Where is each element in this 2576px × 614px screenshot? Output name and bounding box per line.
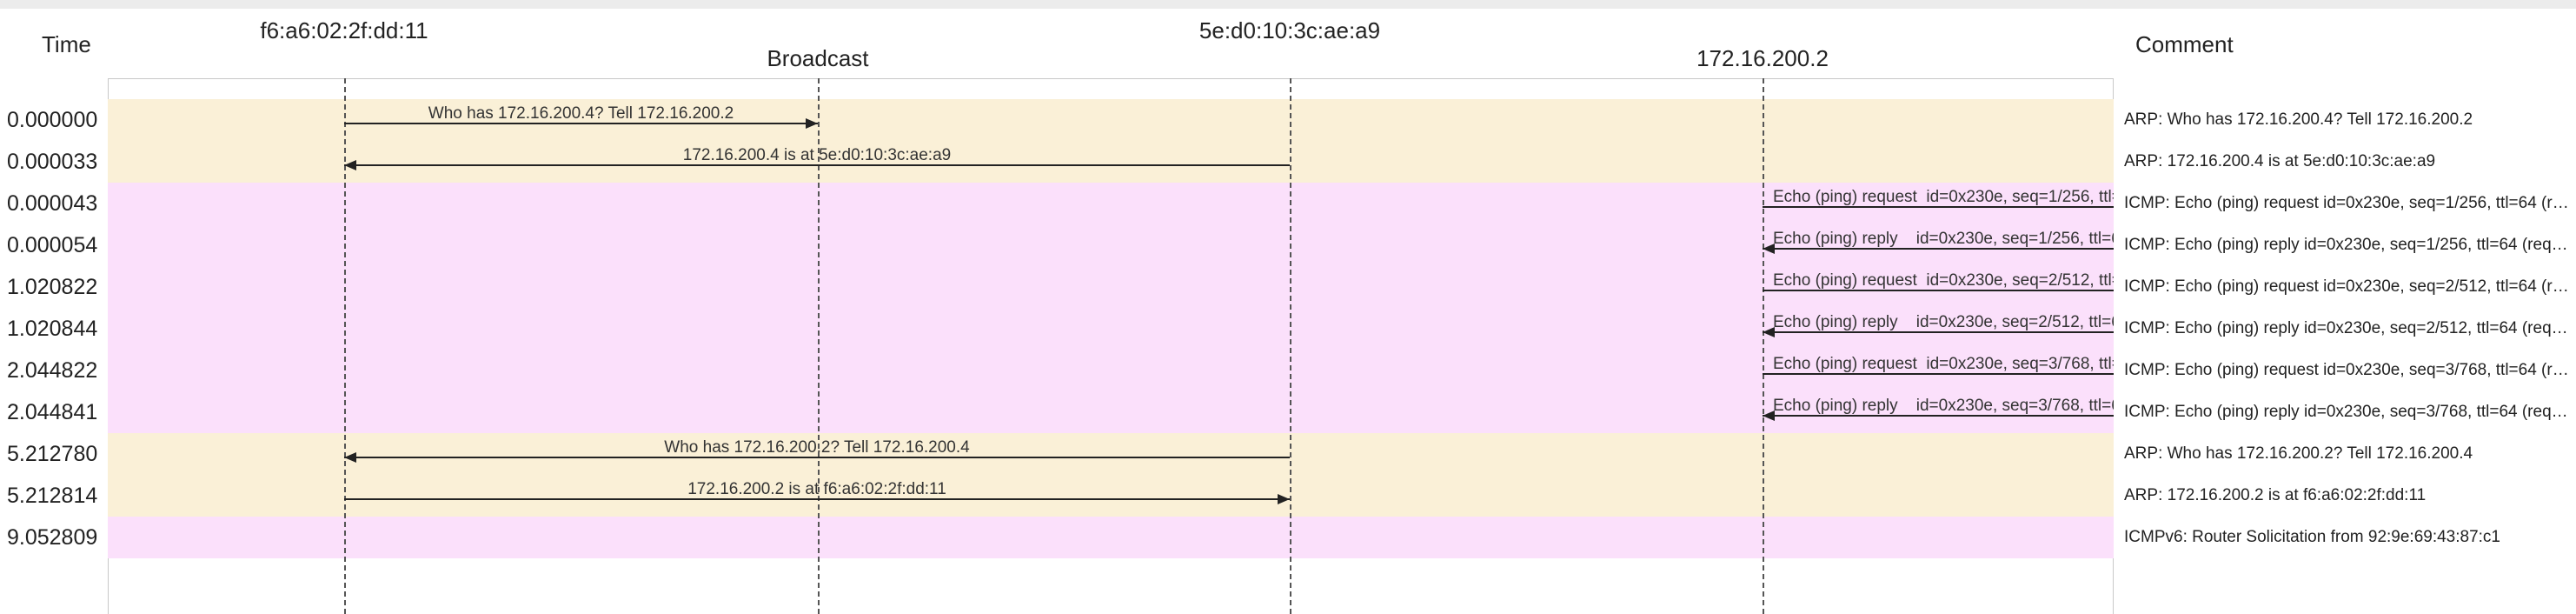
message-arrow-label: Echo (ping) reply id=0x230e, seq=2/512, …: [1773, 313, 2130, 331]
message-arrow-label: Echo (ping) reply id=0x230e, seq=1/256, …: [1773, 230, 2130, 248]
message-arrow-label: Echo (ping) reply id=0x230e, seq=3/768, …: [1773, 397, 2130, 415]
row-time: 5.212780: [7, 442, 98, 466]
message-arrow-label: Echo (ping) request id=0x230e, seq=1/256…: [1773, 188, 2140, 206]
row-comment: ICMPv6: Router Solicitation from 92:9e:6…: [2124, 528, 2501, 546]
message-arrow-label: 172.16.200.4 is at 5e:d0:10:3c:ae:a9: [683, 146, 951, 164]
message-arrow-label: 172.16.200.2 is at f6:a6:02:2f:dd:11: [687, 480, 946, 498]
row-comment: ARP: 172.16.200.4 is at 5e:d0:10:3c:ae:a…: [2124, 152, 2436, 170]
row-time: 1.020844: [7, 317, 98, 341]
row-time: 2.044822: [7, 358, 98, 383]
row-time: 5.212814: [7, 484, 98, 508]
message-arrow-label: Echo (ping) request id=0x230e, seq=3/768…: [1773, 355, 2140, 373]
row-comment: ICMP: Echo (ping) reply id=0x230e, seq=1…: [2124, 236, 2572, 254]
row-comment: ICMP: Echo (ping) reply id=0x230e, seq=3…: [2124, 403, 2572, 421]
row-time: 9.052809: [7, 525, 98, 550]
message-arrow-label: Who has 172.16.200.4? Tell 172.16.200.2: [428, 104, 734, 123]
row-time: 2.044841: [7, 400, 98, 424]
row-time: 0.000043: [7, 191, 98, 216]
message-arrow-label: Echo (ping) request id=0x230e, seq=2/512…: [1773, 271, 2140, 290]
row-time: 0.000000: [7, 108, 98, 132]
row-comment: ICMP: Echo (ping) reply id=0x230e, seq=2…: [2124, 319, 2572, 337]
message-arrow-label: Who has 172.16.200.2? Tell 172.16.200.4: [664, 438, 970, 457]
row-comment: ARP: 172.16.200.2 is at f6:a6:02:2f:dd:1…: [2124, 486, 2427, 504]
row-comment: ICMP: Echo (ping) request id=0x230e, seq…: [2124, 194, 2572, 212]
row-time: 1.020822: [7, 275, 98, 299]
arrowhead-icon: [806, 118, 818, 129]
row-time: 0.000033: [7, 150, 98, 174]
row-comment: ICMP: Echo (ping) request id=0x230e, seq…: [2124, 361, 2572, 379]
arrowhead-icon: [1278, 494, 1290, 504]
row-comment: ARP: Who has 172.16.200.4? Tell 172.16.2…: [2124, 110, 2473, 129]
row-comment: ICMP: Echo (ping) request id=0x230e, seq…: [2124, 277, 2572, 296]
arrowhead-icon: [344, 160, 356, 170]
row-time: 0.000054: [7, 233, 98, 257]
row-comment: ARP: Who has 172.16.200.2? Tell 172.16.2…: [2124, 444, 2473, 463]
arrowhead-icon: [344, 452, 356, 463]
